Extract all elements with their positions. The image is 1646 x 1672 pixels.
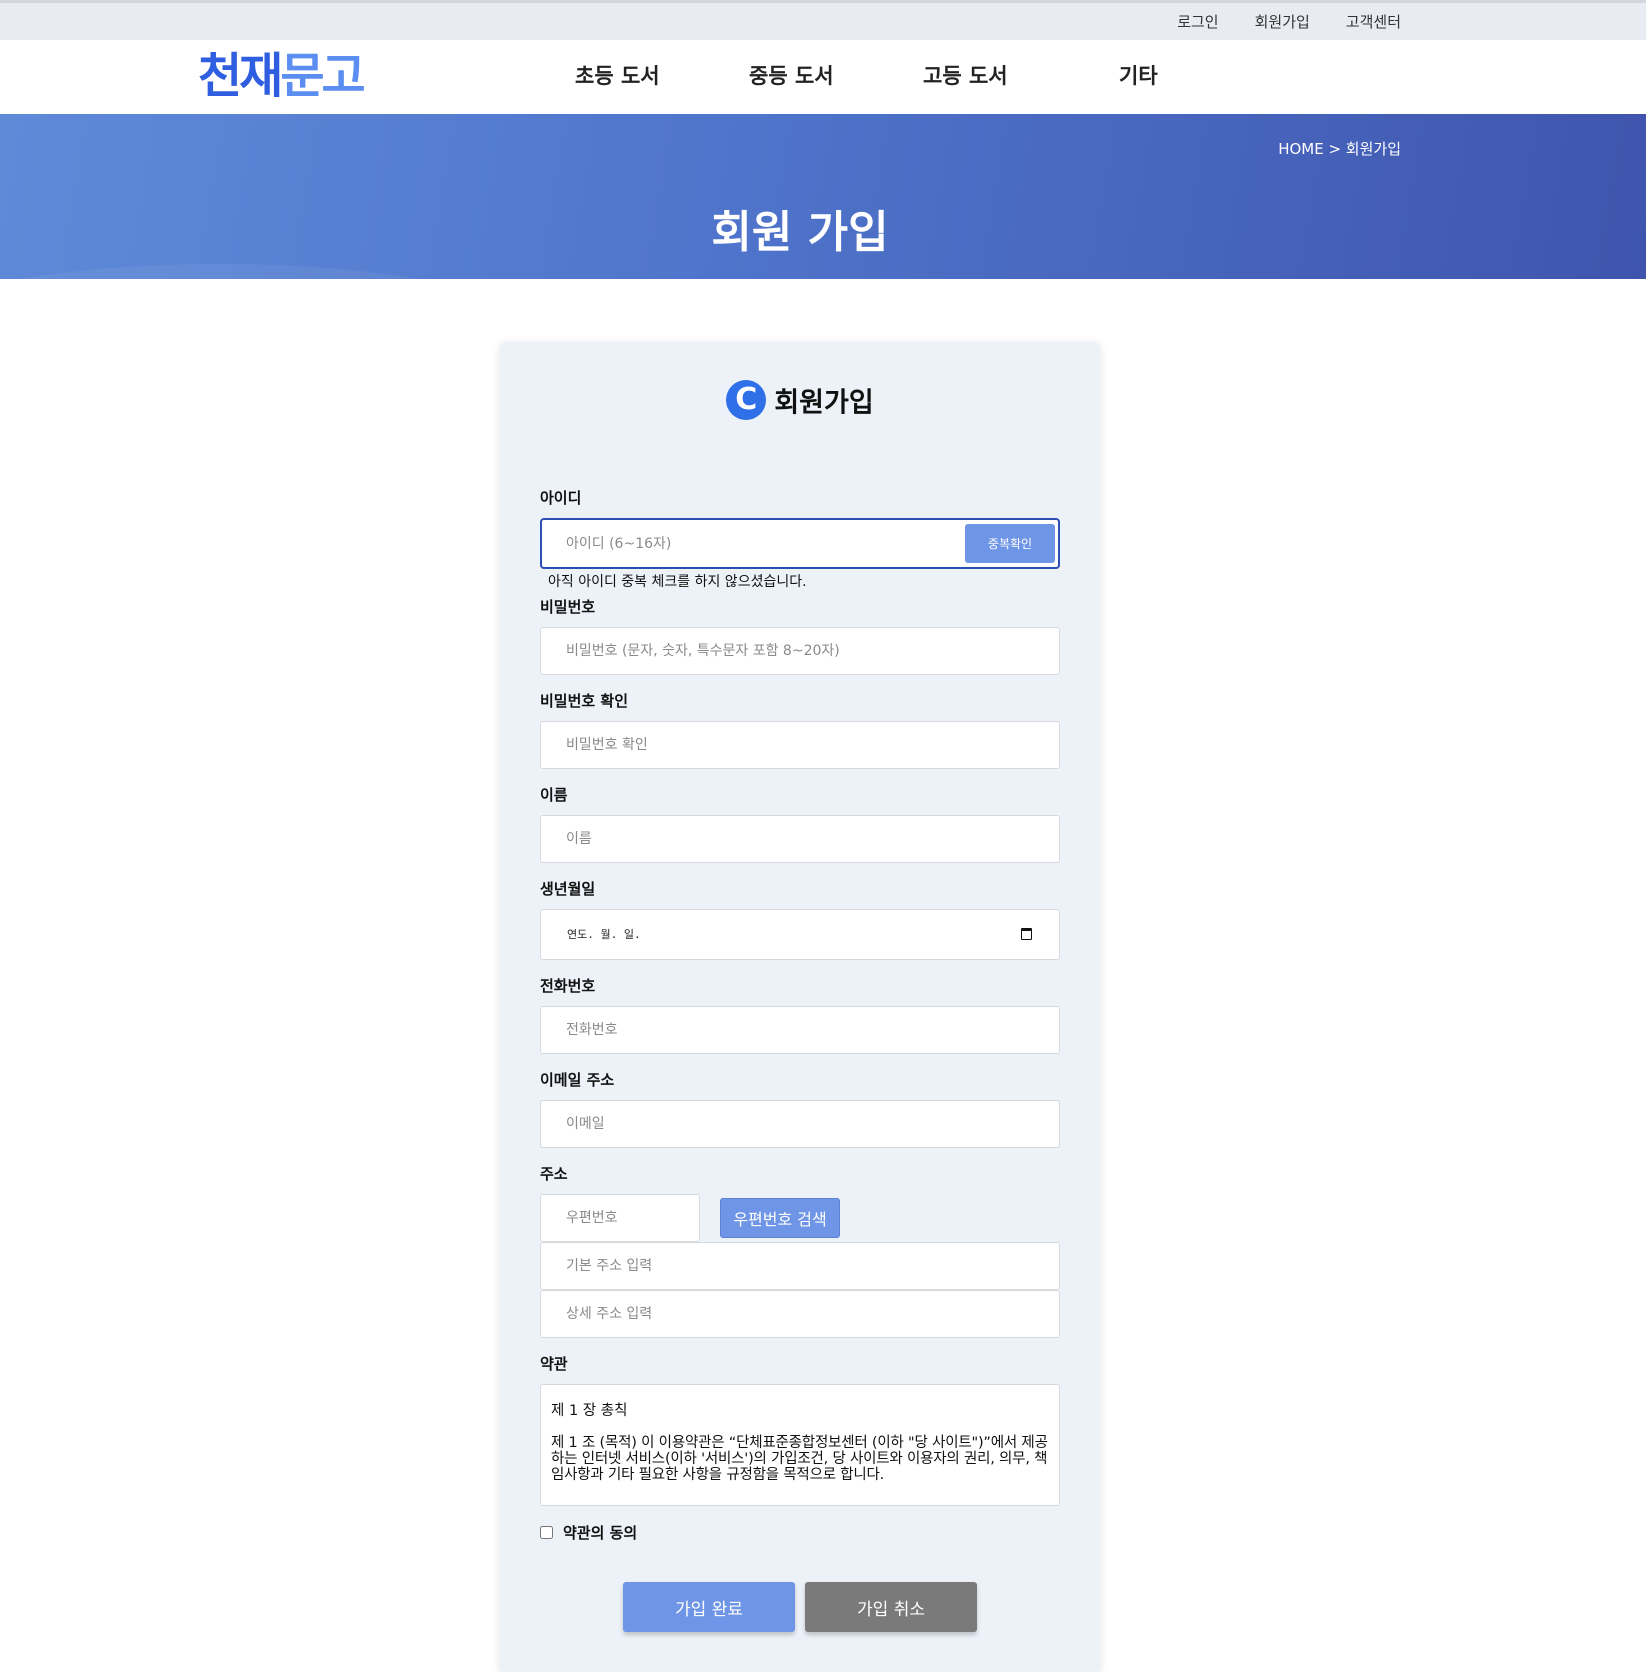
terms-agree-row[interactable]: 약관의 동의 <box>540 1522 637 1543</box>
customer-center-link[interactable]: 고객센터 <box>1346 11 1401 32</box>
phone-label: 전화번호 <box>540 977 596 995</box>
birthdate-label: 생년월일 <box>540 880 596 898</box>
main-nav: 초등 도서 중등 도서 고등 도서 기타 <box>0 40 1646 114</box>
nav-elementary-books[interactable]: 초등 도서 <box>575 60 660 90</box>
terms-heading: 제 1 장 총칙 <box>551 1403 628 1419</box>
name-label: 이름 <box>540 786 568 804</box>
address-label: 주소 <box>540 1165 568 1183</box>
login-link[interactable]: 로그인 <box>1177 11 1218 32</box>
banner-wave-decoration <box>0 264 520 279</box>
signup-form-card: C회원가입 아이디 중복확인 아직 아이디 중복 체크를 하지 않으셨습니다. … <box>500 342 1100 1672</box>
nav-etc[interactable]: 기타 <box>1119 60 1158 90</box>
signup-link[interactable]: 회원가입 <box>1255 11 1310 32</box>
cancel-signup-button[interactable]: 가입 취소 <box>805 1582 977 1632</box>
id-check-hint: 아직 아이디 중복 체크를 하지 않으셨습니다. <box>548 574 807 590</box>
id-input[interactable] <box>542 520 942 567</box>
calendar-icon[interactable] <box>1021 928 1032 940</box>
phone-input[interactable] <box>540 1006 1060 1054</box>
terms-body: 제 1 조 (목적) 이 이용약관은 “단체표준종합정보센터 (이하 "당 사이… <box>551 1435 1048 1483</box>
form-title-text: 회원가입 <box>774 387 874 419</box>
breadcrumb: HOME > 회원가입 <box>1278 140 1401 158</box>
email-input[interactable] <box>540 1100 1060 1148</box>
terms-agree-label: 약관의 동의 <box>563 1524 638 1542</box>
terms-textbox[interactable]: 제 1 장 총칙 제 1 조 (목적) 이 이용약관은 “단체표준종합정보센터 … <box>540 1384 1060 1506</box>
id-label: 아이디 <box>540 489 582 507</box>
id-field-group: 중복확인 <box>540 518 1060 569</box>
terms-agree-checkbox[interactable] <box>540 1526 553 1539</box>
password-label: 비밀번호 <box>540 598 596 616</box>
page-title: 회원 가입 <box>711 207 889 258</box>
nav-middle-books[interactable]: 중등 도서 <box>749 60 834 90</box>
top-utility-bar: 로그인 회원가입 고객센터 <box>0 0 1646 40</box>
utility-links: 로그인 회원가입 고객센터 <box>1177 11 1401 32</box>
terms-label: 약관 <box>540 1355 568 1373</box>
email-label: 이메일 주소 <box>540 1071 615 1089</box>
birthdate-input[interactable]: 연도. 월. 일. <box>540 909 1060 960</box>
zipcode-search-button[interactable]: 우편번호 검색 <box>720 1198 840 1238</box>
brand-c-icon: C <box>726 380 767 420</box>
nav-high-books[interactable]: 고등 도서 <box>923 60 1008 90</box>
duplicate-check-button[interactable]: 중복확인 <box>965 524 1055 563</box>
submit-signup-button[interactable]: 가입 완료 <box>623 1582 795 1632</box>
base-address-input[interactable] <box>540 1242 1060 1290</box>
birthdate-placeholder: 연도. 월. 일. <box>567 928 641 941</box>
name-input[interactable] <box>540 815 1060 863</box>
password-input[interactable] <box>540 627 1060 675</box>
form-title: C 회원가입 <box>500 380 1100 420</box>
password-confirm-input[interactable] <box>540 721 1060 769</box>
detail-address-input[interactable] <box>540 1290 1060 1338</box>
password-confirm-label: 비밀번호 확인 <box>540 692 629 710</box>
page-banner: HOME > 회원가입 회원 가입 <box>0 114 1646 279</box>
site-header: 천재문고 초등 도서 중등 도서 고등 도서 기타 <box>0 40 1646 114</box>
zipcode-input[interactable] <box>540 1194 700 1242</box>
